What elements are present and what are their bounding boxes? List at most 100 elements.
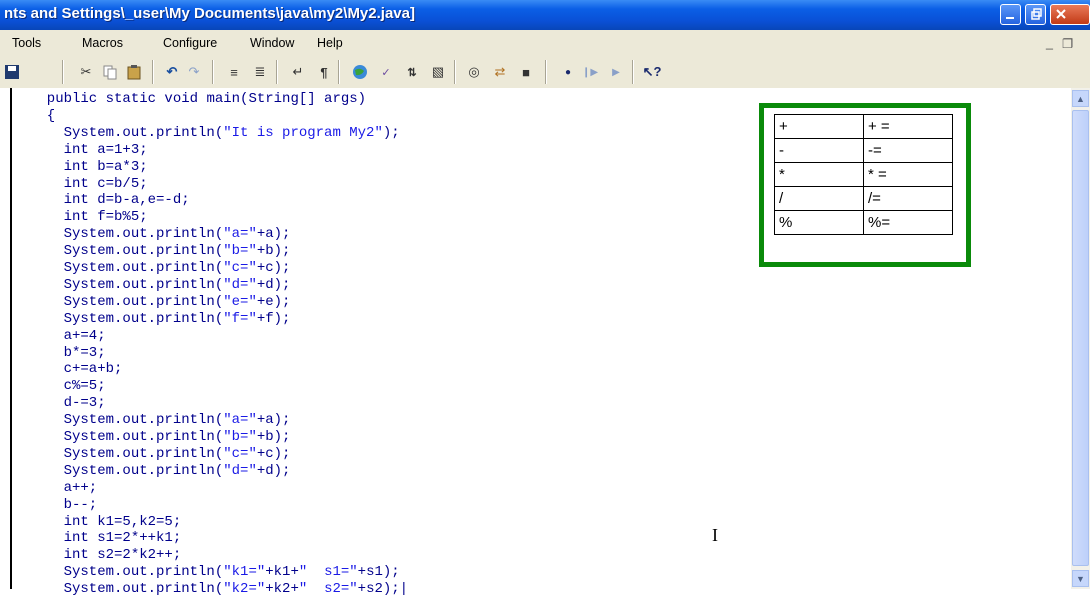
- vertical-scrollbar[interactable]: ▲ ▼: [1071, 88, 1090, 589]
- code-line[interactable]: System.out.println("a="+a);: [30, 226, 291, 243]
- close-icon: [1056, 9, 1066, 19]
- menu-tools[interactable]: Tools: [12, 36, 41, 50]
- code-token: int: [30, 141, 98, 158]
- compound-operator-cell: -=: [863, 138, 953, 163]
- code-line[interactable]: int s1=2*++k1;: [30, 530, 182, 547]
- code-token: System.out.println(: [30, 564, 224, 581]
- close-button[interactable]: [1050, 4, 1090, 25]
- view-icon[interactable]: ◎: [464, 62, 484, 82]
- code-line[interactable]: int s2=2*k2++;: [30, 547, 182, 564]
- code-line[interactable]: System.out.println("k1="+k1+" s1="+s1);: [30, 564, 400, 581]
- code-line[interactable]: a++;: [30, 479, 98, 497]
- code-line[interactable]: int a=1+3;: [30, 142, 148, 159]
- operator-cell: /: [774, 186, 864, 211]
- code-line[interactable]: a+=4;: [30, 328, 106, 345]
- code-line[interactable]: int f=b%5;: [30, 209, 148, 226]
- globe-icon[interactable]: [350, 62, 370, 82]
- code-line[interactable]: System.out.println("e="+e);: [30, 293, 291, 311]
- code-token: System.out.println(: [30, 462, 224, 479]
- string-literal: "f=": [223, 310, 257, 327]
- sort-icon[interactable]: ⇅: [402, 62, 422, 82]
- undo-icon[interactable]: ↶: [162, 62, 182, 82]
- outdent-icon[interactable]: ≣: [250, 62, 270, 82]
- minimize-button[interactable]: [1000, 4, 1021, 25]
- code-token: c=b/5;: [97, 175, 148, 192]
- play-icon[interactable]: ▶: [606, 62, 626, 82]
- find-icon[interactable]: ▧: [428, 62, 448, 82]
- string-literal: "a=": [223, 226, 257, 243]
- menu-configure[interactable]: Configure: [163, 36, 217, 50]
- code-token: +e);: [256, 293, 291, 310]
- cut-icon[interactable]: ✂: [76, 62, 96, 82]
- code-token: b*=3;: [30, 344, 106, 361]
- code-line[interactable]: c+=a+b;: [30, 361, 123, 378]
- code-token: int: [30, 192, 98, 209]
- code-token: a++;: [30, 479, 98, 496]
- code-token: public static void: [30, 91, 207, 107]
- operators-panel: + + = - -= * * = //=% %=: [759, 103, 971, 267]
- menu-help[interactable]: Help: [317, 36, 343, 50]
- code-line[interactable]: System.out.println("f="+f);: [30, 310, 291, 328]
- minimize-icon: [1006, 17, 1014, 19]
- compound-operator-cell: + =: [863, 114, 953, 139]
- code-line[interactable]: System.out.println("d="+d);: [30, 462, 291, 480]
- code-token: +f);: [256, 310, 291, 327]
- scroll-down-icon[interactable]: ▼: [1072, 570, 1089, 587]
- restore-button[interactable]: [1025, 4, 1046, 25]
- code-line[interactable]: int b=a*3;: [30, 159, 148, 176]
- code-line[interactable]: public static void main(String[] args): [30, 91, 366, 108]
- code-token: int: [30, 158, 98, 175]
- string-literal: "d=": [223, 276, 257, 293]
- pilcrow-icon[interactable]: ¶: [314, 62, 334, 82]
- paste-icon[interactable]: [124, 62, 144, 82]
- code-token: main(String[] args): [206, 91, 367, 107]
- binoculars-icon[interactable]: ■: [516, 62, 536, 82]
- code-line[interactable]: System.out.println("It is program My2");: [30, 125, 400, 142]
- code-line[interactable]: System.out.println("b="+b);: [30, 243, 291, 260]
- code-token: int: [30, 513, 98, 530]
- restore-icon: [1031, 8, 1042, 20]
- code-token: int: [30, 530, 98, 547]
- code-line[interactable]: d-=3;: [30, 395, 106, 412]
- copy-icon[interactable]: [100, 62, 120, 82]
- pause-icon[interactable]: ❙▶: [580, 62, 600, 82]
- code-line[interactable]: {: [30, 108, 55, 125]
- code-token: +b);: [256, 243, 291, 260]
- replace-icon[interactable]: ⇄: [490, 62, 510, 82]
- scroll-thumb[interactable]: [1072, 110, 1089, 566]
- code-token: +k2+: [265, 581, 299, 598]
- scroll-up-icon[interactable]: ▲: [1072, 90, 1089, 107]
- code-line[interactable]: System.out.println("a="+a);: [30, 412, 291, 429]
- code-line[interactable]: System.out.println("c="+c);: [30, 260, 291, 277]
- code-line[interactable]: int d=b-a,e=-d;: [30, 192, 190, 209]
- code-token: System.out.println(: [30, 276, 224, 293]
- toolbar: ✂ ↶ ↷ ≡ ≣ ↵ ¶ ✓ ⇅ ▧ ◎ ⇄ ■ ● ❙▶ ▶ ↖?: [0, 56, 1090, 89]
- redo-icon[interactable]: ↷: [184, 62, 204, 82]
- code-line[interactable]: System.out.println("b="+b);: [30, 429, 291, 446]
- code-token: System.out.println(: [30, 260, 224, 276]
- code-line[interactable]: System.out.println("c="+c);: [30, 446, 291, 463]
- indent-icon[interactable]: ≡: [224, 62, 244, 82]
- code-line[interactable]: c%=5;: [30, 378, 106, 395]
- mdi-minimize-icon[interactable]: _: [1046, 36, 1053, 50]
- menu-macros[interactable]: Macros: [82, 36, 123, 50]
- code-line[interactable]: b--;: [30, 497, 98, 514]
- code-line[interactable]: b*=3;: [30, 345, 106, 362]
- operator-cell: *: [774, 162, 864, 187]
- menu-window[interactable]: Window: [250, 36, 294, 50]
- record-icon[interactable]: ●: [558, 62, 578, 82]
- mdi-restore-icon[interactable]: ❐: [1062, 36, 1073, 51]
- operator-row: + + =: [774, 114, 953, 139]
- operator-row: * * =: [774, 162, 953, 187]
- spellcheck-icon[interactable]: ✓: [376, 62, 396, 82]
- code-line[interactable]: int c=b/5;: [30, 176, 148, 193]
- help-cursor-icon[interactable]: ↖?: [642, 62, 662, 82]
- code-line[interactable]: int k1=5,k2=5;: [30, 513, 182, 531]
- editor-margin-line: [10, 88, 12, 589]
- code-line[interactable]: System.out.println("d="+d);: [30, 276, 291, 294]
- code-token: int: [30, 547, 98, 564]
- save-icon[interactable]: [2, 62, 22, 82]
- wrap-icon[interactable]: ↵: [288, 62, 308, 82]
- code-line[interactable]: System.out.println("k2="+k2+" s2="+s2);|: [30, 581, 409, 598]
- string-literal: "a=": [223, 412, 257, 429]
